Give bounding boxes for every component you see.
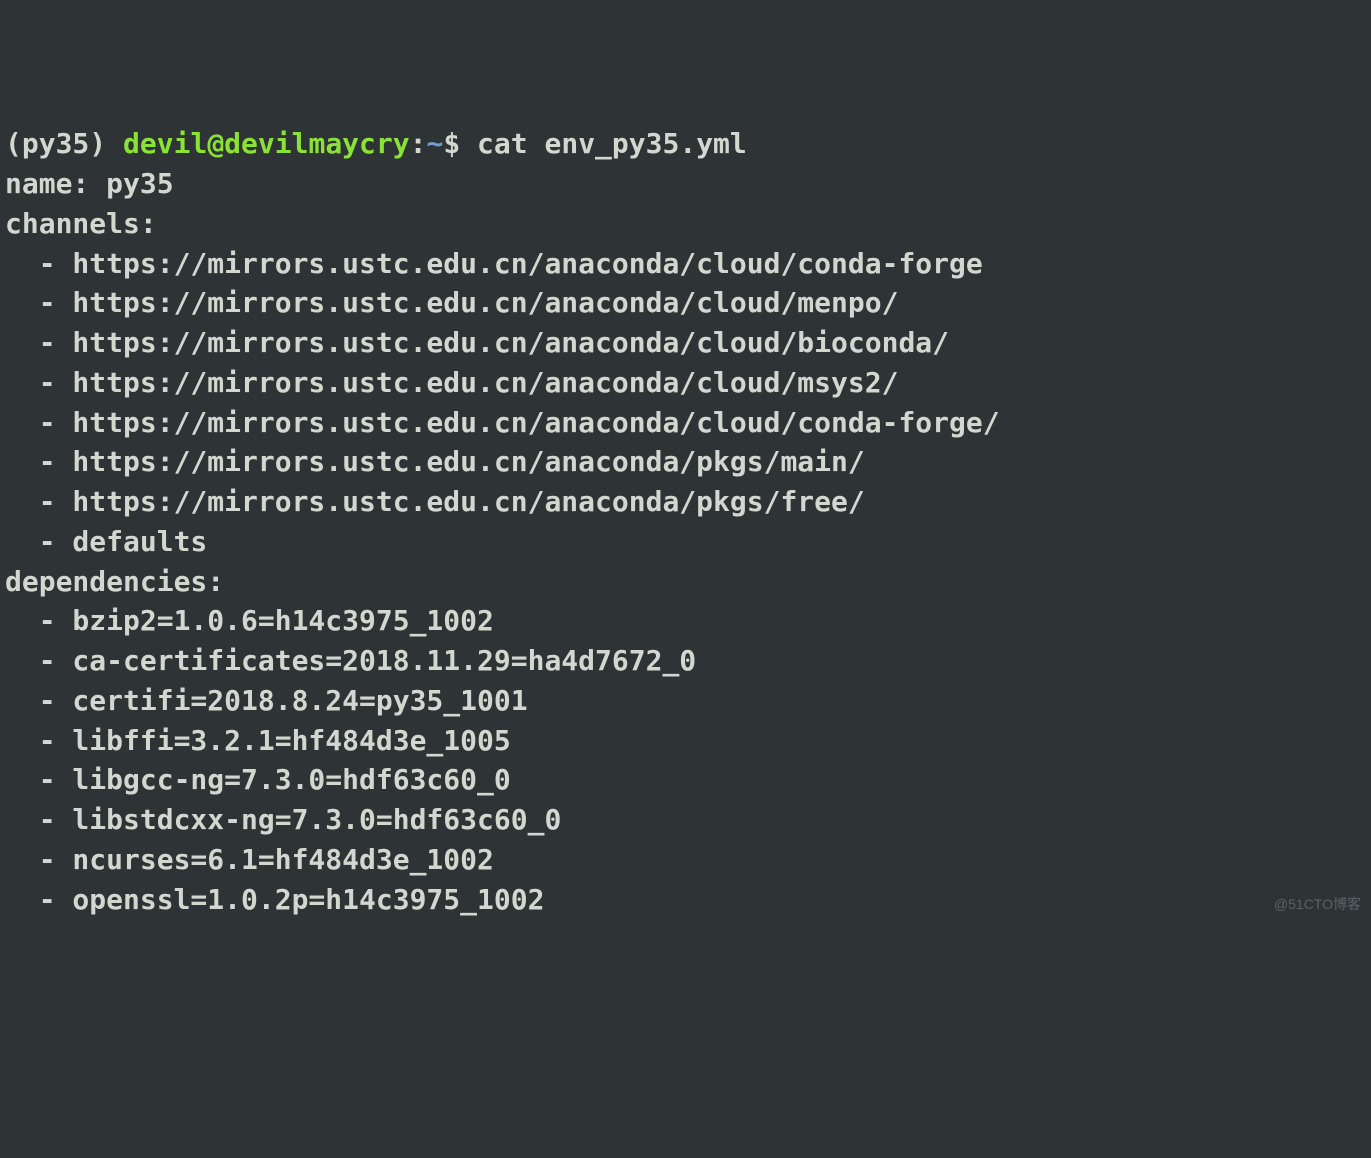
yaml-dependency-item: - bzip2=1.0.6=h14c3975_1002 bbox=[5, 604, 494, 637]
prompt-at: @ bbox=[207, 127, 224, 160]
terminal-screen[interactable]: (py35) devil@devilmaycry:~$ cat env_py35… bbox=[5, 124, 1366, 919]
watermark-text: @51CTO博客 bbox=[1274, 895, 1361, 915]
yaml-dependency-item: - ncurses=6.1=hf484d3e_1002 bbox=[5, 843, 494, 876]
yaml-channel-item: - https://mirrors.ustc.edu.cn/anaconda/p… bbox=[5, 485, 865, 518]
yaml-dependency-item: - openssl=1.0.2p=h14c3975_1002 bbox=[5, 883, 544, 916]
yaml-dependency-item: - ca-certificates=2018.11.29=ha4d7672_0 bbox=[5, 644, 696, 677]
conda-env-label: (py35) bbox=[5, 127, 123, 160]
yaml-channel-item: - https://mirrors.ustc.edu.cn/anaconda/p… bbox=[5, 445, 865, 478]
yaml-channel-item: - https://mirrors.ustc.edu.cn/anaconda/c… bbox=[5, 366, 898, 399]
yaml-name-value: py35 bbox=[106, 167, 173, 200]
yaml-channel-item: - https://mirrors.ustc.edu.cn/anaconda/c… bbox=[5, 247, 983, 280]
yaml-channels-key: channels: bbox=[5, 207, 157, 240]
yaml-channel-item: - https://mirrors.ustc.edu.cn/anaconda/c… bbox=[5, 286, 898, 319]
prompt-host: devilmaycry bbox=[224, 127, 409, 160]
prompt-user: devil bbox=[123, 127, 207, 160]
yaml-channel-item: - defaults bbox=[5, 525, 207, 558]
yaml-dependency-item: - libgcc-ng=7.3.0=hdf63c60_0 bbox=[5, 763, 511, 796]
yaml-dependencies-key: dependencies: bbox=[5, 565, 224, 598]
command-text: cat env_py35.yml bbox=[477, 127, 747, 160]
prompt-colon: : bbox=[410, 127, 427, 160]
yaml-name-key: name: bbox=[5, 167, 106, 200]
yaml-dependency-item: - libffi=3.2.1=hf484d3e_1005 bbox=[5, 724, 511, 757]
prompt-dollar: $ bbox=[443, 127, 477, 160]
yaml-channel-item: - https://mirrors.ustc.edu.cn/anaconda/c… bbox=[5, 326, 949, 359]
prompt-path: ~ bbox=[426, 127, 443, 160]
yaml-channel-item: - https://mirrors.ustc.edu.cn/anaconda/c… bbox=[5, 406, 1000, 439]
yaml-dependency-item: - certifi=2018.8.24=py35_1001 bbox=[5, 684, 528, 717]
yaml-dependency-item: - libstdcxx-ng=7.3.0=hdf63c60_0 bbox=[5, 803, 561, 836]
